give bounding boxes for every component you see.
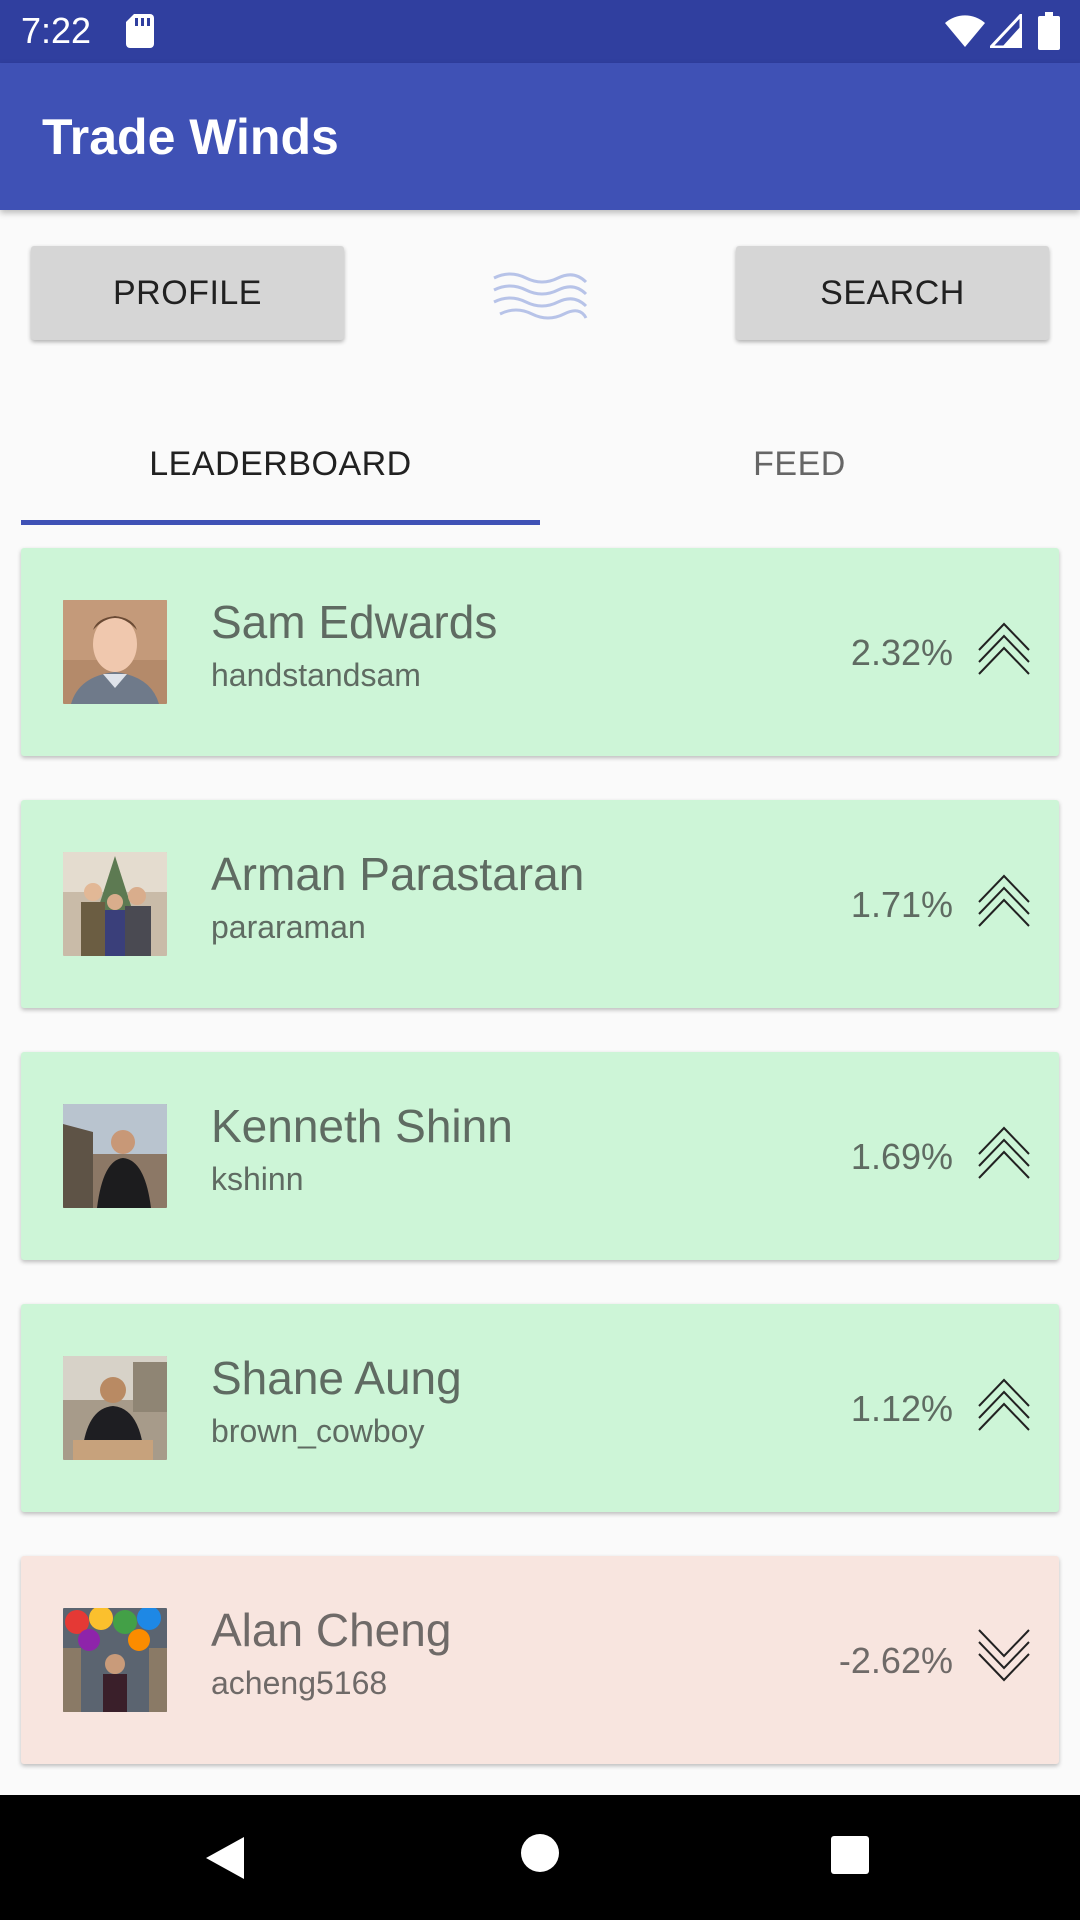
leader-change: 1.69% (850, 1136, 953, 1177)
leader-name: Arman Parastaran (211, 848, 585, 900)
leader-username: handstandsam (211, 657, 421, 693)
recents-icon[interactable] (830, 1835, 870, 1875)
double-chevron-up-icon (978, 1126, 1030, 1179)
avatar (63, 1608, 167, 1712)
leader-change: 1.71% (850, 884, 953, 925)
navigation-bar (0, 1795, 1080, 1920)
avatar (63, 600, 167, 704)
leader-username: acheng5168 (211, 1665, 388, 1701)
leaderboard-card-kenneth-shinn[interactable]: Kenneth Shinn kshinn 1.69% (21, 1052, 1059, 1260)
double-chevron-up-icon (978, 874, 1030, 927)
leader-name: Shane Aung (211, 1352, 462, 1404)
avatar (63, 1356, 167, 1460)
leaderboard-card-alan-cheng[interactable]: Alan Cheng acheng5168 -2.62% (21, 1556, 1059, 1764)
avatar (63, 852, 167, 956)
leader-change: 2.32% (850, 632, 953, 673)
leader-username: brown_cowboy (211, 1413, 425, 1449)
back-icon[interactable] (204, 1835, 246, 1881)
leader-username: pararaman (211, 909, 366, 945)
leader-name: Kenneth Shinn (211, 1100, 513, 1152)
leaderboard-list[interactable]: Sam Edwards handstandsam 2.32% Arman Par… (0, 0, 1080, 1795)
leaderboard-card-shane-aung[interactable]: Shane Aung brown_cowboy 1.12% (21, 1304, 1059, 1512)
trade-winds-screen: 7:22 Trade Winds PROFILE SEARCH LEADERBO… (0, 0, 1080, 1920)
leader-change: -2.62% (838, 1640, 953, 1681)
double-chevron-down-icon (978, 1629, 1030, 1682)
leader-name: Alan Cheng (211, 1604, 452, 1656)
double-chevron-up-icon (978, 622, 1030, 675)
leaderboard-card-sam-edwards[interactable]: Sam Edwards handstandsam 2.32% (21, 548, 1059, 756)
avatar (63, 1104, 167, 1208)
leader-change: 1.12% (850, 1388, 953, 1429)
home-icon[interactable] (520, 1833, 560, 1873)
leader-name: Sam Edwards (211, 596, 498, 648)
double-chevron-up-icon (978, 1378, 1030, 1431)
leaderboard-card-arman-parastaran[interactable]: Arman Parastaran pararaman 1.71% (21, 800, 1059, 1008)
leader-username: kshinn (211, 1161, 304, 1197)
